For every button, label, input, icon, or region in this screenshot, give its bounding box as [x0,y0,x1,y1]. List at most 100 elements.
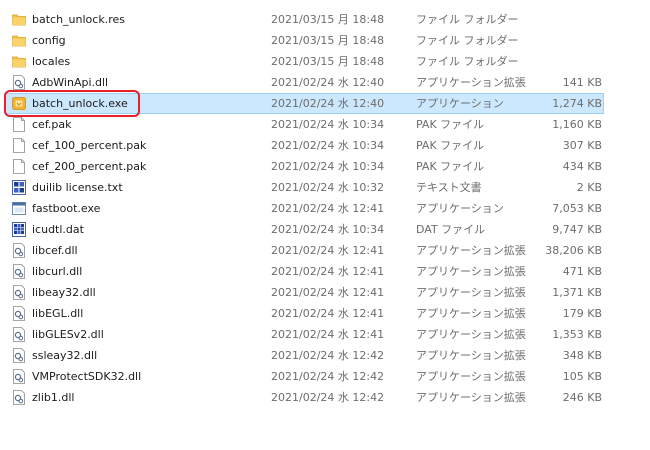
file-date-modified: 2021/02/24 水 12:41 [271,202,385,215]
file-date-modified: 2021/03/15 月 18:48 [271,55,385,68]
dat-icon [12,222,26,237]
file-row[interactable]: config 2021/03/15 月 18:48 ファイル フォルダー [0,30,650,51]
file-size: 141 KB [562,76,602,89]
file-size: 2 KB [576,181,602,194]
file-size: 246 KB [562,391,602,404]
file-row[interactable]: ssleay32.dll 2021/02/24 水 12:42 アプリケーション拡張… [0,345,650,366]
file-name: cef_200_percent.pak [32,160,147,173]
file-date-modified: 2021/02/24 水 10:34 [271,223,385,236]
dll-icon [12,264,26,279]
file-icon [12,117,26,132]
file-name: icudtl.dat [32,223,84,236]
file-date-modified: 2021/02/24 水 10:34 [271,118,385,131]
file-name: cef.pak [32,118,72,131]
file-row[interactable]: libeay32.dll 2021/02/24 水 12:41 アプリケーション拡張… [0,282,650,303]
file-date-modified: 2021/02/24 水 12:41 [271,286,385,299]
file-row[interactable]: libcef.dll 2021/02/24 水 12:41 アプリケーション拡張 38… [0,240,650,261]
file-name: VMProtectSDK32.dll [32,370,142,383]
file-type: PAK ファイル [416,139,485,152]
file-type: アプリケーション拡張 [416,286,526,299]
file-name: libGLESv2.dll [32,328,104,341]
folder-icon [12,54,26,69]
file-type: ファイル フォルダー [416,34,519,47]
dll-icon [12,306,26,321]
file-type: アプリケーション拡張 [416,349,526,362]
file-type: ファイル フォルダー [416,55,519,68]
file-date-modified: 2021/02/24 水 12:41 [271,244,385,257]
file-row-selected[interactable]: batch_unlock.exe 2021/02/24 水 12:40 アプリケーシ… [0,90,650,117]
file-size: 307 KB [562,139,602,152]
file-date-modified: 2021/02/24 水 12:41 [271,307,385,320]
file-row[interactable]: cef_200_percent.pak 2021/02/24 水 10:34 PAK… [0,156,650,177]
file-size: 1,371 KB [552,286,602,299]
file-name: duilib license.txt [32,181,123,194]
file-name: libEGL.dll [32,307,84,320]
file-size: 179 KB [562,307,602,320]
file-type: アプリケーション拡張 [416,76,526,89]
file-name: AdbWinApi.dll [32,76,109,89]
file-size: 1,353 KB [552,328,602,341]
file-name: locales [32,55,71,68]
file-name: batch_unlock.res [32,13,125,26]
file-type: アプリケーション拡張 [416,265,526,278]
dll-icon [12,369,26,384]
file-date-modified: 2021/03/15 月 18:48 [271,13,385,26]
file-name: ssleay32.dll [32,349,98,362]
file-type: PAK ファイル [416,118,485,131]
dll-icon [12,348,26,363]
file-row[interactable]: duilib license.txt 2021/02/24 水 10:32 テキスト… [0,177,650,198]
file-name: config [32,34,66,47]
file-type: アプリケーション拡張 [416,370,526,383]
file-row[interactable]: fastboot.exe 2021/02/24 水 12:41 アプリケーション 7,… [0,198,650,219]
file-icon [12,138,26,153]
file-name: libcef.dll [32,244,78,257]
file-size: 434 KB [562,160,602,173]
file-row[interactable]: libGLESv2.dll 2021/02/24 水 12:41 アプリケーション拡… [0,324,650,345]
file-type: アプリケーション拡張 [416,328,526,341]
file-type: テキスト文書 [416,181,482,194]
file-row[interactable]: VMProtectSDK32.dll 2021/02/24 水 12:42 アプリケ… [0,366,650,387]
exe-icon [12,201,26,216]
file-date-modified: 2021/02/24 水 10:34 [271,139,385,152]
file-type: DAT ファイル [416,223,486,236]
file-size: 9,747 KB [552,223,602,236]
file-type: アプリケーション拡張 [416,391,526,404]
file-date-modified: 2021/02/24 水 12:42 [271,370,385,383]
file-type: アプリケーション [416,202,504,215]
file-row[interactable]: cef.pak 2021/02/24 水 10:34 PAK ファイル 1,160 K… [0,114,650,135]
file-size: 105 KB [562,370,602,383]
dll-icon [12,390,26,405]
file-name: cef_100_percent.pak [32,139,147,152]
file-list: batch_unlock.res 2021/03/15 月 18:48 ファイル フ… [0,9,650,408]
file-size: 1,274 KB [552,97,602,110]
file-name: zlib1.dll [32,391,75,404]
file-row[interactable]: locales 2021/03/15 月 18:48 ファイル フォルダー [0,51,650,72]
dll-icon [12,243,26,258]
file-type: アプリケーション [416,97,504,110]
file-date-modified: 2021/02/24 水 12:41 [271,328,385,341]
file-row[interactable]: libcurl.dll 2021/02/24 水 12:41 アプリケーション拡張 4… [0,261,650,282]
file-date-modified: 2021/03/15 月 18:48 [271,34,385,47]
file-row[interactable]: cef_100_percent.pak 2021/02/24 水 10:34 PAK… [0,135,650,156]
file-name: libcurl.dll [32,265,83,278]
file-row[interactable]: icudtl.dat 2021/02/24 水 10:34 DAT ファイル 9,74… [0,219,650,240]
text-file-icon [12,180,26,195]
file-date-modified: 2021/02/24 水 12:40 [271,76,385,89]
folder-icon [12,33,26,48]
file-date-modified: 2021/02/24 水 12:41 [271,265,385,278]
file-date-modified: 2021/02/24 水 10:34 [271,160,385,173]
dll-icon [12,75,26,90]
file-row[interactable]: libEGL.dll 2021/02/24 水 12:41 アプリケーション拡張 17… [0,303,650,324]
file-type: ファイル フォルダー [416,13,519,26]
file-row[interactable]: batch_unlock.res 2021/03/15 月 18:48 ファイル フ… [0,9,650,30]
dll-icon [12,285,26,300]
file-icon [12,159,26,174]
file-type: PAK ファイル [416,160,485,173]
file-name: libeay32.dll [32,286,96,299]
file-date-modified: 2021/02/24 水 10:32 [271,181,385,194]
file-date-modified: 2021/02/24 水 12:40 [271,97,385,110]
file-row[interactable]: zlib1.dll 2021/02/24 水 12:42 アプリケーション拡張 246… [0,387,650,408]
file-name: batch_unlock.exe [32,97,128,110]
dll-icon [12,327,26,342]
file-row[interactable]: AdbWinApi.dll 2021/02/24 水 12:40 アプリケーション拡… [0,72,650,93]
